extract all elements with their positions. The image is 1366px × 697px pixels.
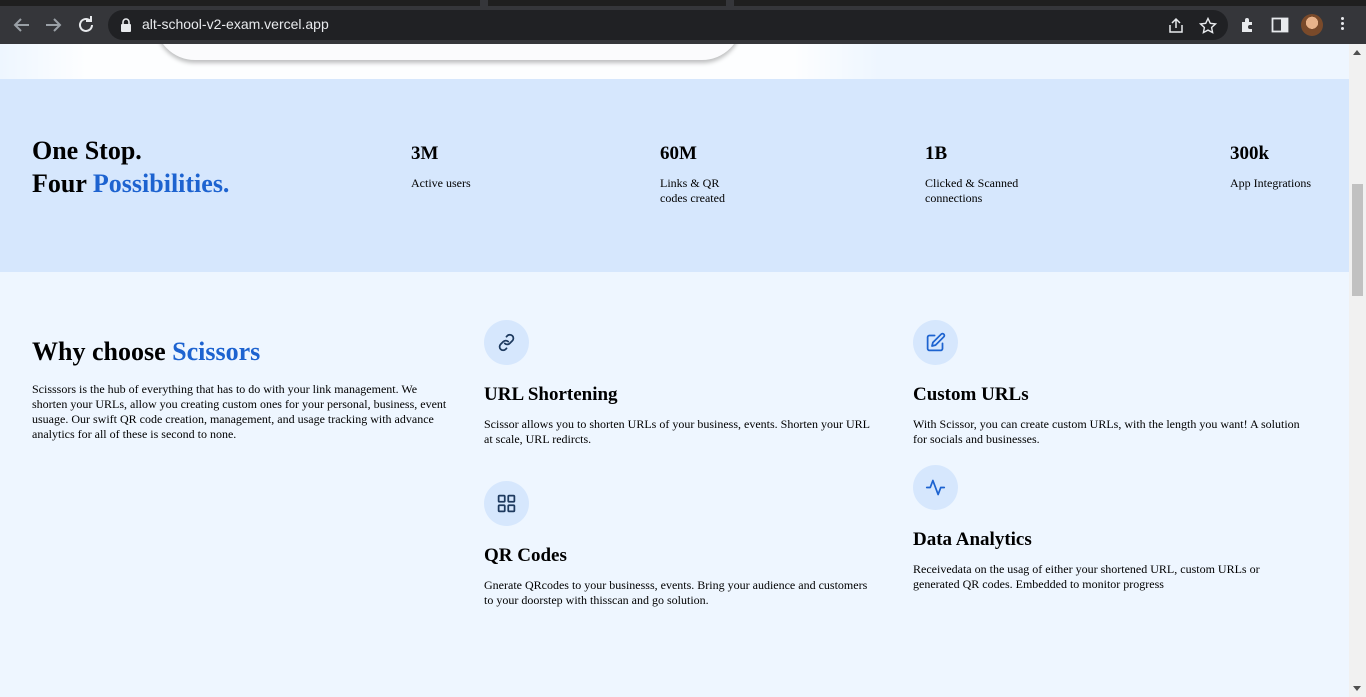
hero-bottom-edge [0, 44, 1349, 79]
feature-custom-urls: Custom URLs With Scissor, you can create… [913, 320, 1303, 447]
stat-label: Active users [411, 176, 471, 191]
lock-icon [121, 18, 131, 32]
feature-title: Data Analytics [913, 529, 1032, 550]
stat-label-line2: codes created [660, 191, 725, 205]
stat-item: 3M Active users [411, 142, 471, 191]
hero-card-bottom [155, 44, 742, 60]
arrow-right-icon [46, 18, 62, 32]
feature-body: Receivedata on the usag of either your s… [913, 562, 1260, 591]
page-scrollbar[interactable] [1349, 44, 1366, 697]
stat-value: 300k [1230, 143, 1270, 164]
stat-label-line1: Links & QR [660, 176, 720, 190]
back-button[interactable] [10, 13, 34, 37]
stats-headline-line2: Four Possibilities. [32, 167, 229, 200]
stat-label-line1: App Integrations [1230, 176, 1311, 190]
stats-headline: One Stop. Four Possibilities. [32, 134, 229, 200]
reload-button[interactable] [74, 13, 98, 37]
stats-headline-line1: One Stop. [32, 136, 142, 165]
stats-headline-accent: Possibilities. [92, 169, 230, 198]
arrow-left-icon [13, 18, 29, 32]
feature-body: Gnerate QRcodes to your businesss, event… [484, 578, 868, 607]
scroll-down-arrow[interactable] [1353, 686, 1361, 691]
feature-url-shortening: URL Shortening Scissor allows you to sho… [484, 320, 874, 447]
link-icon [498, 333, 515, 352]
scrollbar-thumb[interactable] [1352, 184, 1363, 296]
stat-value: 3M [411, 143, 439, 164]
bookmark-star-icon[interactable] [1199, 17, 1217, 35]
stat-label: Links & QR codes created [660, 176, 725, 206]
feature-body: With Scissor, you can create custom URLs… [913, 417, 1300, 446]
stat-label-line2: connections [925, 191, 983, 205]
feature-title: Custom URLs [913, 384, 1029, 405]
stat-item: 60M Links & QR codes created [660, 142, 725, 206]
stat-value: 60M [660, 143, 697, 164]
feature-icon-badge [484, 320, 529, 365]
stats-headline-prefix: Four [32, 169, 93, 198]
why-body: Scisssors is the hub of everything that … [32, 382, 447, 441]
edit-icon [926, 332, 946, 352]
page-viewport: One Stop. Four Possibilities. 3M Active … [0, 44, 1349, 697]
stats-section: One Stop. Four Possibilities. 3M Active … [0, 79, 1349, 272]
qr-grid-icon [497, 494, 516, 513]
feature-icon-badge [913, 320, 958, 365]
url-text: alt-school-v2-exam.vercel.app [142, 16, 329, 32]
feature-icon-badge [913, 465, 958, 510]
feature-title: URL Shortening [484, 384, 618, 405]
address-bar[interactable]: alt-school-v2-exam.vercel.app [108, 10, 1228, 40]
scroll-up-arrow[interactable] [1353, 50, 1361, 55]
feature-qr-codes: QR Codes Gnerate QRcodes to your busines… [484, 481, 874, 608]
extensions-icon[interactable] [1238, 15, 1258, 35]
feature-data-analytics: Data Analytics Receivedata on the usag o… [913, 465, 1303, 592]
why-section: Why choose Scissors Scisssors is the hub… [32, 336, 452, 442]
feature-title: QR Codes [484, 545, 567, 566]
why-title-accent: Scissors [172, 337, 261, 366]
activity-icon [925, 479, 946, 496]
reload-icon [79, 16, 93, 32]
stat-label-line1: Clicked & Scanned [925, 176, 1019, 190]
why-title-prefix: Why choose [32, 337, 173, 366]
stat-item: 300k App Integrations [1230, 142, 1311, 191]
stat-item: 1B Clicked & Scanned connections [925, 142, 1018, 206]
share-icon[interactable] [1167, 17, 1185, 35]
profile-avatar[interactable] [1301, 14, 1323, 36]
feature-icon-badge [484, 481, 529, 526]
stat-label: App Integrations [1230, 176, 1311, 191]
stat-label: Clicked & Scanned connections [925, 176, 1018, 206]
stat-value: 1B [925, 143, 948, 164]
side-panel-icon[interactable] [1270, 15, 1290, 35]
stat-label-line1: Active users [411, 176, 471, 190]
why-title: Why choose Scissors [32, 336, 452, 368]
forward-button[interactable] [41, 13, 65, 37]
feature-body: Scissor allows you to shorten URLs of yo… [484, 417, 870, 446]
browser-toolbar: alt-school-v2-exam.vercel.app [0, 6, 1366, 44]
browser-menu-icon[interactable] [1336, 15, 1348, 35]
